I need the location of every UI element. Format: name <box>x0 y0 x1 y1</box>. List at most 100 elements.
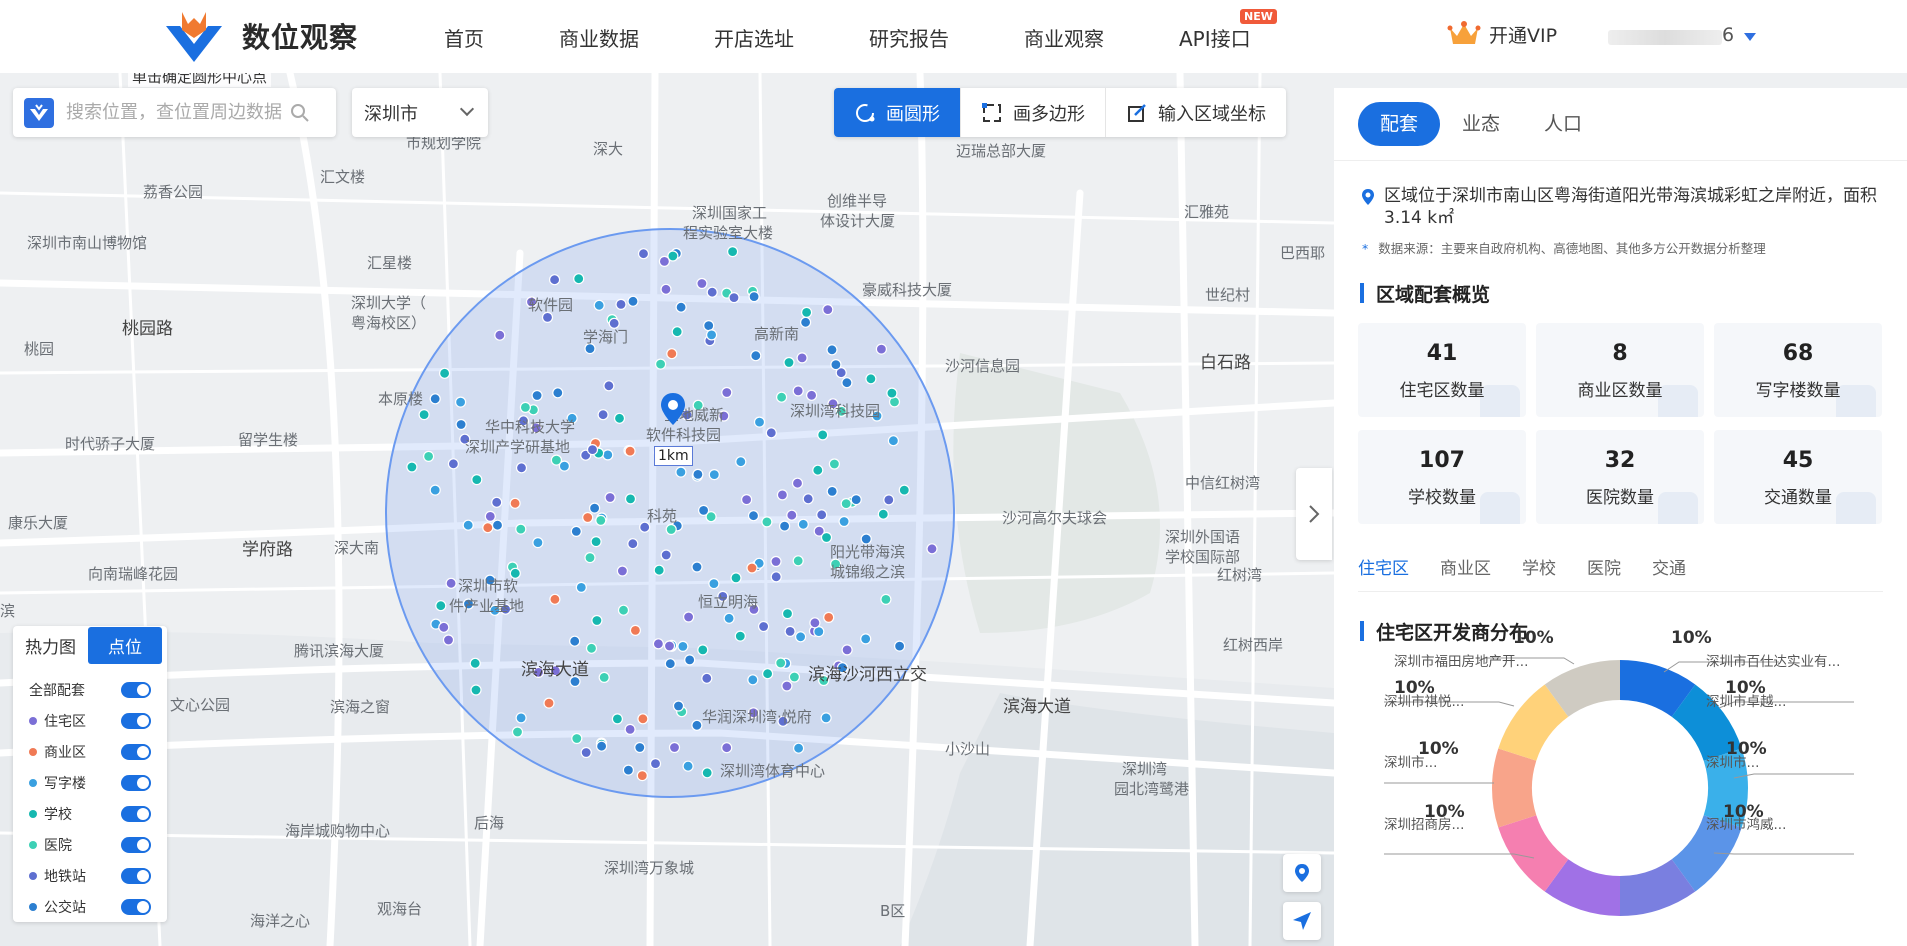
poi-dot[interactable] <box>721 742 733 754</box>
poi-dot[interactable] <box>850 494 862 506</box>
poi-dot[interactable] <box>580 746 592 759</box>
poi-dot[interactable] <box>462 519 474 531</box>
poi-dot[interactable] <box>875 343 888 355</box>
poi-dot[interactable] <box>509 497 521 509</box>
poi-dot[interactable] <box>684 654 696 666</box>
poi-dot[interactable] <box>682 760 694 772</box>
poi-dot[interactable] <box>636 769 648 782</box>
poi-dot[interactable] <box>826 344 838 356</box>
poi-dot[interactable] <box>455 418 467 431</box>
poi-dot[interactable] <box>672 700 685 712</box>
poi-dot[interactable] <box>552 387 564 399</box>
tab-business-format[interactable]: 业态 <box>1440 102 1522 146</box>
nav-site-selection[interactable]: 开店选址 <box>714 23 794 52</box>
poi-dot[interactable] <box>728 292 740 304</box>
poi-dot[interactable] <box>615 298 627 310</box>
poi-dot[interactable] <box>926 543 938 555</box>
poi-dot[interactable] <box>515 462 528 474</box>
poi-dot[interactable] <box>840 498 852 510</box>
poi-dot[interactable] <box>469 657 481 669</box>
poi-dot[interactable] <box>591 614 603 627</box>
poi-dot[interactable] <box>682 611 695 623</box>
poi-dot[interactable] <box>770 555 782 568</box>
poi-dot[interactable] <box>701 672 713 684</box>
poi-dot[interactable] <box>604 491 616 504</box>
poi-dot[interactable] <box>455 396 467 408</box>
poi-dot[interactable] <box>598 671 610 684</box>
nav-research-reports[interactable]: 研究报告 <box>869 23 949 52</box>
nav-home[interactable]: 首页 <box>444 23 484 52</box>
poi-dot[interactable] <box>664 658 676 670</box>
poi-dot[interactable] <box>706 286 718 298</box>
poi-dot[interactable] <box>797 518 809 530</box>
poi-dot[interactable] <box>696 277 708 290</box>
poi-dot[interactable] <box>445 577 457 589</box>
poi-dot[interactable] <box>735 456 747 468</box>
poi-dot[interactable] <box>652 638 665 650</box>
layer-all-toggle[interactable] <box>121 682 151 698</box>
poi-dot[interactable] <box>597 409 609 421</box>
layer-toggle[interactable] <box>121 868 151 884</box>
caret-down-icon[interactable] <box>1744 33 1756 41</box>
layer-toggle[interactable] <box>121 744 151 760</box>
poi-dot[interactable] <box>438 621 450 633</box>
poi-dot[interactable] <box>883 494 895 506</box>
poi-dot[interactable] <box>482 522 494 534</box>
poi-dot[interactable] <box>800 306 813 318</box>
poi-dot[interactable] <box>816 509 828 521</box>
poi-dot[interactable] <box>809 617 821 629</box>
poi-dot[interactable] <box>750 350 762 362</box>
poi-dot[interactable] <box>624 493 637 505</box>
poi-dot[interactable] <box>418 409 430 421</box>
poi-dot[interactable] <box>691 719 703 731</box>
poi-dot[interactable] <box>471 474 483 486</box>
poi-dot[interactable] <box>692 468 704 480</box>
poi-dot[interactable] <box>841 377 853 389</box>
poi-dot[interactable] <box>765 427 777 439</box>
poi-dot[interactable] <box>590 536 602 548</box>
tab-facilities[interactable]: 配套 <box>1358 102 1441 146</box>
poi-dot[interactable] <box>893 640 906 652</box>
poi-dot[interactable] <box>573 273 585 285</box>
user-name-blurred[interactable] <box>1608 30 1722 45</box>
subtab-commercial[interactable]: 商业区 <box>1440 554 1491 579</box>
poi-dot[interactable] <box>740 494 753 506</box>
poi-dot[interactable] <box>494 329 506 341</box>
poi-dot[interactable] <box>484 510 496 522</box>
tab-points[interactable]: 点位 <box>88 626 162 664</box>
poi-dot[interactable] <box>776 489 789 501</box>
poi-dot[interactable] <box>637 713 649 725</box>
poi-dot[interactable] <box>667 250 679 262</box>
search-box[interactable] <box>13 88 336 137</box>
poi-dot[interactable] <box>406 461 418 473</box>
poi-dot[interactable] <box>781 680 793 692</box>
poi-dot[interactable] <box>531 389 543 402</box>
poi-dot[interactable] <box>624 445 636 457</box>
subtab-school[interactable]: 学校 <box>1522 554 1556 579</box>
poi-dot[interactable] <box>429 484 441 496</box>
poi-dot[interactable] <box>792 742 805 754</box>
layer-toggle[interactable] <box>121 837 151 853</box>
poi-dot[interactable] <box>761 516 773 528</box>
poi-dot[interactable] <box>543 697 555 709</box>
subtab-transport[interactable]: 交通 <box>1652 554 1686 579</box>
poi-dot[interactable] <box>439 367 451 379</box>
draw-polygon-button[interactable]: 画多边形 <box>960 88 1105 137</box>
poi-dot[interactable] <box>671 326 683 338</box>
search-icon[interactable] <box>290 103 310 123</box>
poi-dot[interactable] <box>761 668 774 680</box>
layer-toggle[interactable] <box>121 899 151 915</box>
poi-dot[interactable] <box>805 389 818 401</box>
poi-dot[interactable] <box>746 562 758 574</box>
poi-dot[interactable] <box>820 712 832 724</box>
poi-dot[interactable] <box>723 612 735 624</box>
poi-dot[interactable] <box>784 625 796 638</box>
poi-dot[interactable] <box>491 519 504 531</box>
poi-dot[interactable] <box>865 373 877 385</box>
poi-dot[interactable] <box>519 401 532 413</box>
poi-dot[interactable] <box>817 429 829 441</box>
poi-dot[interactable] <box>435 600 447 612</box>
poi-dot[interactable] <box>423 450 435 462</box>
poi-dot[interactable] <box>823 611 835 624</box>
poi-dot[interactable] <box>575 581 587 594</box>
